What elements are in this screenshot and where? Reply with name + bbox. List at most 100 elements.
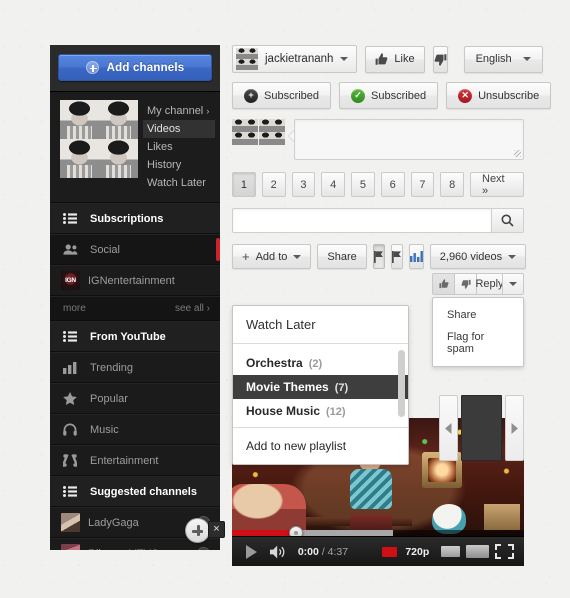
dropdown-scrollbar[interactable] [398, 350, 405, 417]
sidebar-item-my-channel[interactable]: My channel › [143, 102, 215, 120]
comment-thumbs-up-button[interactable] [432, 273, 454, 295]
page-button-5[interactable]: 5 [351, 172, 375, 197]
see-all-link[interactable]: see all › [175, 303, 210, 314]
captions-indicator[interactable] [382, 546, 398, 557]
thumbs-down-icon [434, 53, 447, 66]
sidebar-item-watch-later[interactable]: Watch Later [143, 174, 215, 192]
flag-button-active[interactable] [372, 244, 385, 269]
chevron-down-icon [522, 57, 531, 61]
avatar [236, 48, 258, 70]
reply-context-menu: Share Flag for spam [432, 297, 524, 367]
flag-button[interactable] [390, 244, 403, 269]
close-button[interactable]: × [208, 521, 225, 538]
compose-avatar [232, 119, 285, 145]
add-channel-large-button[interactable] [185, 518, 210, 543]
progress-bar[interactable] [232, 526, 524, 536]
sidebar-item-ignentertainment[interactable]: IGNentertainment [50, 265, 220, 296]
subscribed-green-button[interactable]: ✓ Subscribed [339, 82, 439, 109]
language-label: English [475, 53, 512, 65]
player-controls: 0:00 / 4:37 720p [232, 536, 524, 566]
more-link[interactable]: more [63, 303, 86, 314]
sidebar-item-music[interactable]: Music [50, 414, 220, 445]
page-button-8[interactable]: 8 [440, 172, 464, 197]
play-button[interactable] [238, 537, 265, 567]
comment-bubble-wrap [288, 119, 524, 160]
add-channel-icon[interactable] [197, 547, 210, 550]
menu-item-flag-for-spam[interactable]: Flag for spam [433, 326, 523, 360]
sidebar-section-from-youtube[interactable]: From YouTube [50, 321, 220, 352]
videos-count-dropdown[interactable]: 2,960 videos [429, 244, 527, 269]
headphones-icon [63, 423, 80, 436]
plus-icon: + [244, 88, 258, 103]
film-icon [63, 454, 80, 467]
progress-scrubber[interactable] [289, 526, 304, 536]
chevron-right-icon [511, 422, 518, 434]
add-to-new-playlist[interactable]: Add to new playlist [233, 427, 408, 464]
search-button[interactable] [491, 208, 524, 233]
sidebar-item-history[interactable]: History [143, 156, 215, 174]
user-dropdown[interactable]: jackietrananh [232, 45, 358, 73]
sidebar-section-subscriptions[interactable]: Subscriptions [50, 203, 220, 234]
sidebar-item-trending[interactable]: Trending [50, 352, 220, 383]
social-label: Social [90, 243, 120, 256]
carousel-prev-button[interactable] [439, 395, 458, 461]
scroll-indicator[interactable] [216, 238, 220, 261]
language-dropdown[interactable]: English [463, 45, 543, 73]
chevron-down-icon [508, 254, 517, 259]
playlist-list: Orchestra (2) Movie Themes (7) House Mus… [233, 343, 408, 427]
playlist-item-orchestra[interactable]: Orchestra (2) [233, 351, 408, 375]
menu-item-share[interactable]: Share [433, 304, 523, 326]
comment-thumbs-down-button[interactable] [454, 273, 476, 295]
ui-kit-stage: Add channels My channel › Videos Likes H… [0, 0, 570, 598]
sidebar-item-entertainment[interactable]: Entertainment [50, 445, 220, 476]
flag-icon [391, 250, 401, 263]
subscriptions-label: Subscriptions [90, 212, 164, 225]
playlist-item-house-music[interactable]: House Music (12) [233, 399, 408, 423]
sidebar-item-popular[interactable]: Popular [50, 383, 220, 414]
watch-later-option[interactable]: Watch Later [233, 306, 408, 343]
fullscreen-button[interactable] [491, 537, 518, 567]
page-button-3[interactable]: 3 [291, 172, 316, 197]
reply-dropdown-toggle[interactable] [502, 273, 524, 295]
sidebar-item-videos[interactable]: Videos [143, 120, 216, 138]
comment-input[interactable] [294, 119, 524, 160]
unsubscribe-button[interactable]: ✕ Unsubscribe [446, 82, 552, 109]
playlist-label: House Music [246, 404, 321, 418]
page-button-4[interactable]: 4 [321, 172, 345, 197]
statistics-button[interactable] [408, 244, 424, 269]
volume-button[interactable] [265, 537, 292, 567]
playlist-item-movie-themes[interactable]: Movie Themes (7) [233, 375, 408, 399]
dislike-button[interactable] [432, 45, 448, 73]
chevron-down-icon [340, 57, 349, 61]
add-to-button[interactable]: + Add to [232, 244, 312, 269]
bar-chart-icon [63, 361, 80, 374]
sidebar-item-likes[interactable]: Likes [143, 138, 215, 156]
quality-label[interactable]: 720p [397, 546, 437, 558]
sidebar-section-suggested-channels[interactable]: Suggested channels [50, 476, 220, 507]
next-page-button[interactable]: Next » [470, 172, 525, 197]
carousel-thumbnail[interactable] [461, 395, 502, 461]
username-label: jackietrananh [265, 53, 334, 65]
sidebar-item-social[interactable]: Social [50, 234, 220, 265]
carousel-next-button[interactable] [505, 395, 524, 461]
like-button[interactable]: Like [365, 45, 425, 73]
profile-avatar [60, 100, 138, 178]
subscribed-dark-button[interactable]: + Subscribed [232, 82, 332, 109]
time-separator: / [318, 545, 328, 558]
from-youtube-label: From YouTube [90, 330, 166, 343]
closed-captions-button[interactable] [437, 537, 464, 567]
profile-block: My channel › Videos Likes History Watch … [50, 92, 220, 203]
search-input[interactable] [232, 208, 491, 233]
page-button-7[interactable]: 7 [410, 172, 435, 197]
list-icon [63, 213, 80, 224]
page-button-1[interactable]: 1 [232, 172, 256, 197]
page-button-2[interactable]: 2 [261, 172, 286, 197]
chevron-left-icon [445, 422, 452, 434]
main-panel: jackietrananh Like English + Subscribed … [232, 45, 552, 566]
reply-button[interactable]: Reply [475, 273, 504, 295]
share-button[interactable]: Share [317, 244, 367, 269]
settings-button[interactable] [464, 537, 491, 567]
page-button-6[interactable]: 6 [380, 172, 405, 197]
playlist-count: (12) [326, 406, 346, 418]
add-channels-button[interactable]: Add channels [58, 54, 212, 81]
